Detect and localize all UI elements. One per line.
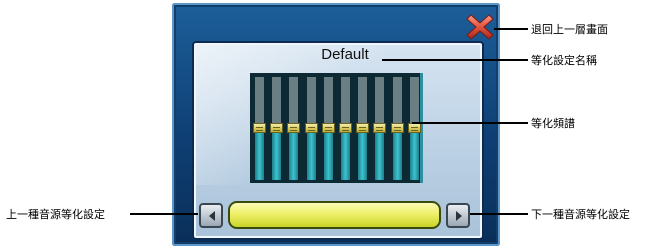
preset-bar[interactable] (228, 201, 441, 229)
callout-line-preset-name (382, 59, 528, 61)
eq-band-slider-handle[interactable] (407, 123, 421, 133)
close-icon (466, 14, 494, 40)
chevron-right-icon (456, 211, 462, 221)
eq-band-fill (409, 128, 419, 180)
chevron-left-icon (209, 211, 215, 221)
close-button[interactable] (466, 13, 494, 41)
callout-next-preset: 下一種音源等化設定 (531, 208, 630, 221)
callout-close: 退回上一層畫面 (531, 23, 608, 36)
eq-band-slider-handle[interactable] (270, 123, 284, 133)
eq-band-fill (289, 128, 299, 180)
eq-band-fill (255, 128, 264, 180)
eq-band-slider-handle[interactable] (321, 123, 335, 133)
eq-band (390, 77, 404, 180)
eq-band-slider-handle[interactable] (287, 123, 301, 133)
equalizer-spectrum (250, 73, 423, 183)
callout-line-spectrum (412, 122, 528, 124)
callout-spectrum: 等化頻譜 (531, 117, 575, 130)
eq-band-fill (272, 128, 282, 180)
eq-band (287, 77, 301, 180)
eq-band (407, 77, 421, 180)
eq-band (253, 77, 266, 180)
callout-prev-preset: 上一種音源等化設定 (6, 208, 105, 221)
eq-band-slider-handle[interactable] (339, 123, 352, 133)
next-preset-button[interactable] (446, 203, 470, 228)
eq-band-fill (358, 128, 368, 180)
callout-preset-name: 等化設定名稱 (531, 54, 597, 67)
eq-band-slider-handle[interactable] (304, 123, 318, 133)
callout-line-next (470, 213, 528, 215)
eq-band (304, 77, 318, 180)
callout-line-close (494, 28, 528, 30)
eq-band-slider-handle[interactable] (373, 123, 387, 133)
eq-band-fill (323, 128, 333, 180)
eq-band (339, 77, 352, 180)
eq-band-fill (306, 128, 316, 180)
eq-band (373, 77, 387, 180)
eq-band-fill (341, 128, 350, 180)
eq-band-slider-handle[interactable] (390, 123, 404, 133)
eq-band (321, 77, 335, 180)
eq-band (270, 77, 284, 180)
eq-band-slider-handle[interactable] (356, 123, 370, 133)
callout-line-prev (130, 213, 198, 215)
prev-preset-button[interactable] (199, 203, 223, 228)
eq-band (356, 77, 370, 180)
eq-band-fill (392, 128, 402, 180)
eq-band-slider-handle[interactable] (253, 123, 266, 133)
eq-band-fill (375, 128, 385, 180)
